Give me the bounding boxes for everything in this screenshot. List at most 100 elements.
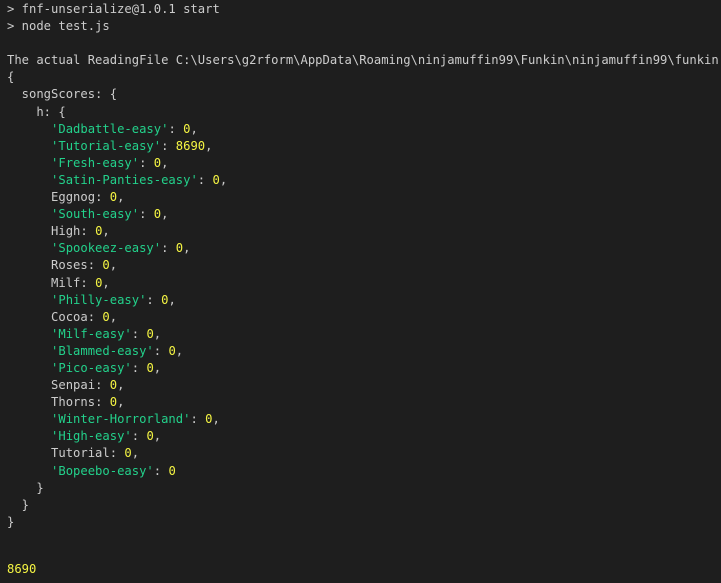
entry-separator: , — [117, 190, 125, 205]
key-separator: : — [131, 429, 147, 444]
score-value: 0 — [212, 172, 220, 187]
key-separator: : — [153, 463, 169, 478]
score-value: 0 — [146, 429, 154, 444]
score-value: 0 — [109, 395, 118, 410]
key-separator: : — [197, 172, 213, 187]
prompt-line-start: > fnf-unserialize@1.0.1 start — [7, 2, 220, 16]
score-entry: 'Pico-easy': 0, — [7, 360, 721, 377]
entry-separator: , — [117, 395, 125, 410]
key-separator: : — [139, 207, 154, 222]
file-path-line: The actual ReadingFile C:\Users\g2rform\… — [7, 53, 721, 68]
score-key: Tutorial — [51, 446, 110, 461]
score-entry: Senpai: 0, — [7, 377, 721, 394]
entry-separator: , — [205, 138, 213, 153]
score-entry: 'Dadbattle-easy': 0, — [7, 121, 721, 138]
score-key: 'Dadbattle-easy' — [51, 121, 169, 136]
score-key: 'Pico-easy' — [51, 360, 132, 375]
score-entries: 'Dadbattle-easy': 0, 'Tutorial-easy': 86… — [7, 121, 721, 480]
close-h-brace: } — [7, 480, 44, 495]
score-value: 0 — [146, 360, 154, 375]
entry-separator: , — [102, 224, 110, 239]
score-value: 0 — [102, 258, 110, 273]
score-entry: 'Winter-Horrorland': 0, — [7, 411, 721, 428]
key-separator: : — [95, 190, 110, 205]
score-key: Roses — [51, 258, 88, 273]
score-entry: Roses: 0, — [7, 257, 721, 274]
score-key: 'Satin-Panties-easy' — [51, 172, 198, 187]
score-key: High — [51, 224, 81, 239]
score-value: 0 — [109, 190, 118, 205]
entry-separator: , — [212, 412, 220, 427]
score-key: 'Fresh-easy' — [51, 155, 140, 170]
score-entry: 'Satin-Panties-easy': 0, — [7, 172, 721, 189]
entry-separator: , — [175, 343, 184, 358]
key-separator: : — [146, 292, 162, 307]
score-entry: 'Spookeez-easy': 0, — [7, 240, 721, 257]
entry-separator: , — [153, 429, 162, 444]
score-key: Cocoa — [51, 309, 88, 324]
score-key: Thorns — [51, 395, 96, 410]
key-separator: : — [87, 258, 103, 273]
score-entry: 'Bopeebo-easy': 0 — [7, 463, 721, 480]
key-separator: : — [95, 395, 110, 410]
prompt-line-node: > node test.js — [7, 19, 110, 34]
score-entry: High: 0, — [7, 223, 721, 240]
score-entry: 'Milf-easy': 0, — [7, 326, 721, 343]
score-value: 8690 — [175, 138, 206, 153]
result-value: 8690 — [7, 562, 37, 576]
score-entry: 'Philly-easy': 0, — [7, 292, 721, 309]
close-song-scores-brace: } — [7, 497, 30, 512]
terminal-output[interactable]: > fnf-unserialize@1.0.1 start > node tes… — [0, 0, 721, 583]
entry-separator: , — [109, 309, 118, 324]
key-separator: : — [168, 121, 184, 136]
key-separator: : — [80, 275, 96, 290]
score-entry: Tutorial: 0, — [7, 445, 721, 462]
score-key: 'Tutorial-easy' — [51, 138, 162, 153]
score-entry: 'High-easy': 0, — [7, 428, 721, 445]
score-value: 0 — [146, 326, 154, 341]
entry-separator: , — [153, 360, 162, 375]
open-brace: { — [7, 70, 15, 85]
score-value: 0 — [109, 378, 118, 393]
key-separator: : — [80, 224, 96, 239]
score-entry: Milf: 0, — [7, 275, 721, 292]
score-entry: Cocoa: 0, — [7, 309, 721, 326]
score-key: 'High-easy' — [51, 429, 132, 444]
entry-separator: , — [153, 326, 162, 341]
score-entry: 'Fresh-easy': 0, — [7, 155, 721, 172]
score-key: 'Winter-Horrorland' — [51, 412, 191, 427]
key-separator: : — [161, 241, 176, 256]
entry-separator: , — [131, 446, 140, 461]
entry-separator: , — [183, 241, 191, 256]
key-separator: : — [109, 446, 125, 461]
key-separator: : — [161, 138, 176, 153]
close-root-brace: } — [7, 514, 15, 529]
score-key: 'Spookeez-easy' — [51, 241, 162, 256]
entry-separator: , — [161, 207, 169, 222]
score-key: 'Blammed-easy' — [51, 343, 154, 358]
key-separator: : — [95, 378, 110, 393]
score-entry: 'South-easy': 0, — [7, 206, 721, 223]
score-value: 0 — [168, 463, 176, 478]
score-entry: Thorns: 0, — [7, 394, 721, 411]
entry-separator: , — [219, 172, 228, 187]
song-scores-line: songScores: { — [7, 87, 118, 102]
